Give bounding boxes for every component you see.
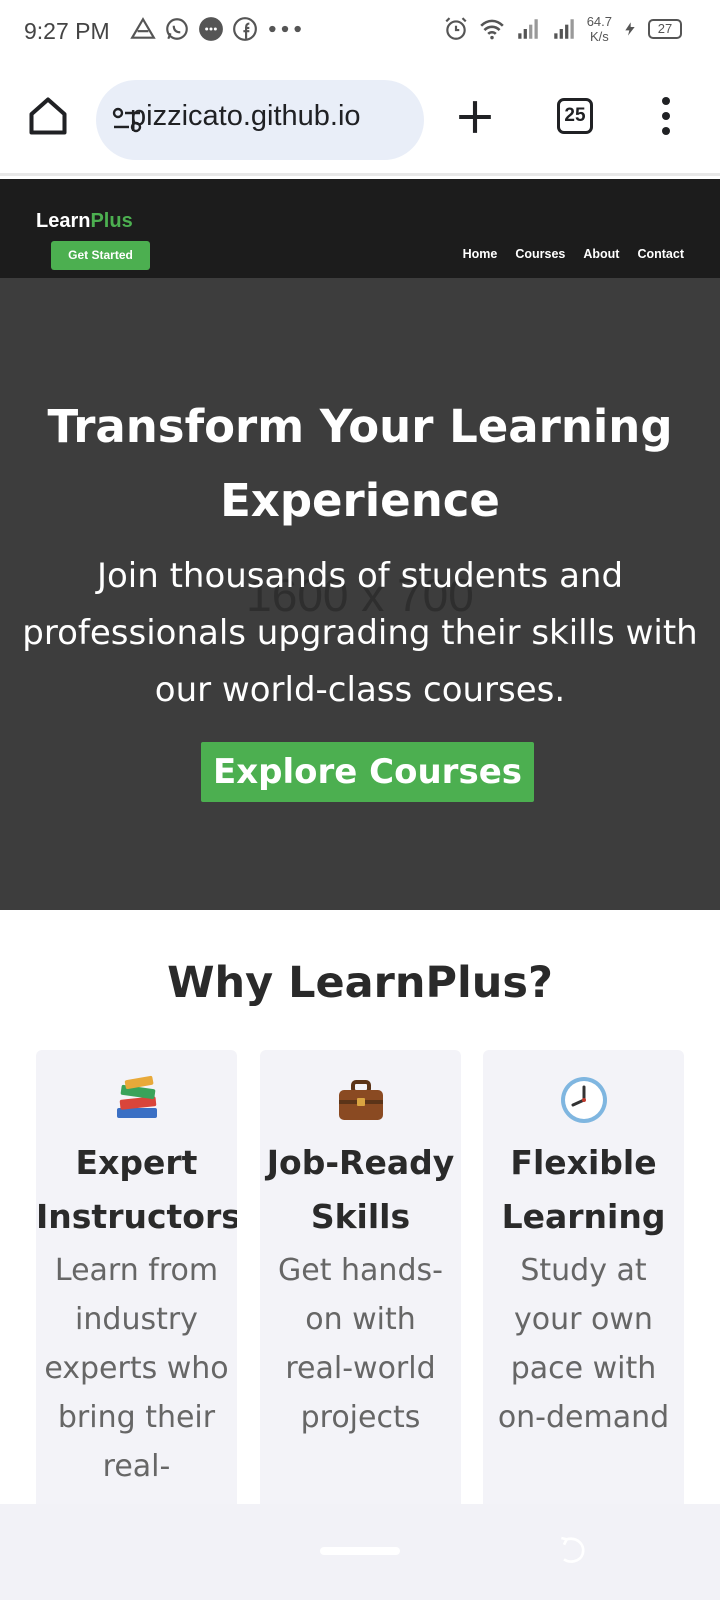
battery-level: 27 <box>648 19 682 39</box>
main-nav: Home Courses About Contact <box>463 247 684 261</box>
gesture-nav-bar <box>0 1504 720 1600</box>
system-icons: 64.7 K/s 27 <box>443 14 682 44</box>
hero-section: 1600 x 700 Transform Your Learning Exper… <box>0 278 720 910</box>
nav-courses[interactable]: Courses <box>515 247 565 261</box>
hero-title: Transform Your Learning Experience <box>47 400 673 527</box>
signal-icon <box>517 19 538 39</box>
drive-icon <box>130 17 156 39</box>
feature-text: Get hands-on with real-world projects <box>278 1253 443 1435</box>
charging-icon <box>625 22 635 36</box>
features-title: Why LearnPlus? <box>167 958 553 1008</box>
status-bar: 9:27 PM 64.7 K/s 27 <box>0 0 720 64</box>
site-header: LearnPlus Get Started Home Courses About… <box>0 179 720 278</box>
get-started-button[interactable]: Get Started <box>51 241 150 270</box>
nav-about[interactable]: About <box>583 247 619 261</box>
site-logo[interactable]: LearnPlus <box>36 210 133 233</box>
hero-subtitle: Join thousands of students and professio… <box>22 556 698 710</box>
feature-title: Flexible Learning <box>501 1143 666 1236</box>
feature-title: Job-Ready Skills <box>266 1143 455 1236</box>
network-speed: 64.7 K/s <box>587 14 612 44</box>
home-gesture-handle[interactable] <box>320 1547 400 1555</box>
briefcase-icon <box>338 1080 383 1120</box>
status-time: 9:27 PM <box>24 18 110 44</box>
explore-courses-button[interactable]: Explore Courses <box>201 742 534 802</box>
feature-card: Job-Ready Skills Get hands-on with real-… <box>260 1050 461 1510</box>
wifi-icon <box>479 19 504 40</box>
logo-primary: Learn <box>36 210 91 232</box>
whatsapp-icon <box>166 18 188 40</box>
tab-switcher-button[interactable]: 25 <box>557 98 593 134</box>
overflow-menu-icon[interactable] <box>660 96 672 136</box>
address-bar[interactable]: pizzicato.github.io <box>96 80 424 160</box>
nav-contact[interactable]: Contact <box>637 247 684 261</box>
url-text[interactable]: pizzicato.github.io <box>130 100 361 133</box>
network-speed-unit: K/s <box>589 29 609 44</box>
feature-text: Learn from industry experts who bring th… <box>44 1253 229 1484</box>
rotate-screen-icon[interactable] <box>556 1534 588 1566</box>
feature-title: Expert Instructors <box>36 1143 237 1236</box>
browser-toolbar: pizzicato.github.io 25 <box>0 64 720 176</box>
messages-icon <box>199 17 223 41</box>
clock-icon <box>560 1077 607 1123</box>
feature-card: Expert Instructors Learn from industry e… <box>36 1050 237 1510</box>
nav-home[interactable]: Home <box>463 247 498 261</box>
books-icon <box>116 1075 157 1118</box>
facebook-icon <box>233 17 257 41</box>
logo-accent: Plus <box>90 210 133 232</box>
network-speed-value: 64.7 <box>586 14 612 29</box>
feature-card: Flexible Learning Study at your own pace… <box>483 1050 684 1510</box>
new-tab-icon[interactable] <box>456 98 494 136</box>
more-notifications-icon <box>269 25 301 33</box>
feature-text: Study at your own pace with on-demand <box>497 1253 670 1435</box>
alarm-icon <box>445 17 467 40</box>
notification-icons <box>130 16 304 42</box>
home-icon[interactable] <box>26 94 70 138</box>
signal-icon-2 <box>553 19 574 39</box>
